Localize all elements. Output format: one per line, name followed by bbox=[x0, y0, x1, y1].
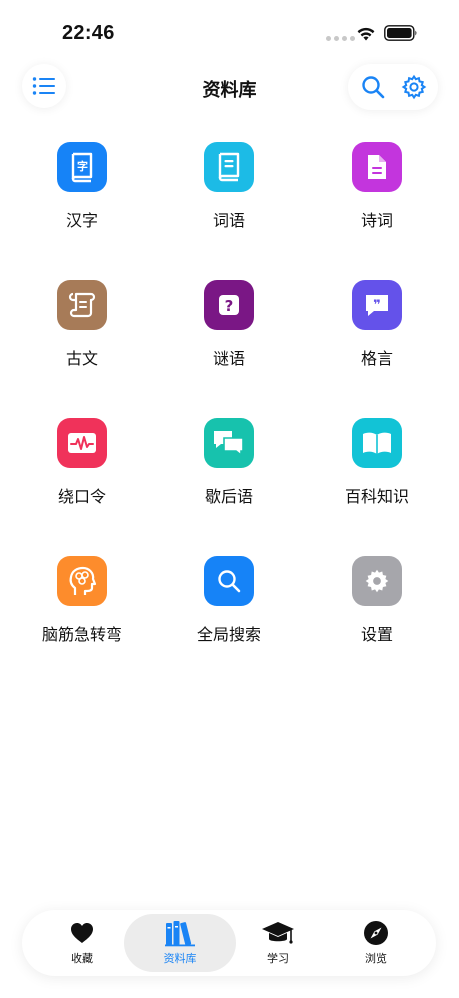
category-label: 设置 bbox=[360, 627, 393, 644]
search-button[interactable] bbox=[355, 69, 391, 105]
category-label: 词语 bbox=[212, 213, 245, 230]
category-miyu[interactable]: ? 谜语 bbox=[169, 280, 289, 390]
svg-text:?: ? bbox=[225, 297, 234, 315]
svg-text:❞: ❞ bbox=[373, 298, 381, 313]
status-bar: 22:46 bbox=[0, 0, 459, 64]
category-hanzi[interactable]: 字 汉字 bbox=[22, 142, 142, 252]
search-icon bbox=[361, 76, 384, 99]
category-label: 绕口令 bbox=[57, 489, 106, 506]
category-label: 汉字 bbox=[65, 213, 98, 230]
svg-text:字: 字 bbox=[77, 159, 88, 173]
search-icon bbox=[204, 556, 254, 606]
open-book-icon bbox=[352, 418, 402, 468]
books-icon bbox=[165, 921, 195, 947]
tab-favorites[interactable]: 收藏 bbox=[32, 918, 132, 970]
category-shici[interactable]: 诗词 bbox=[317, 142, 437, 252]
wifi-icon bbox=[357, 27, 375, 41]
chat-bubbles-icon bbox=[204, 418, 254, 468]
category-naojin[interactable]: 脑筋急转弯 bbox=[22, 556, 142, 666]
tab-learn[interactable]: 学习 bbox=[228, 918, 328, 970]
battery-icon bbox=[384, 25, 417, 41]
category-label: 脑筋急转弯 bbox=[41, 627, 122, 644]
category-ciyu[interactable]: 词语 bbox=[169, 142, 289, 252]
category-label: 百科知识 bbox=[344, 489, 409, 506]
brain-head-icon bbox=[57, 556, 107, 606]
graduation-cap-icon bbox=[262, 922, 294, 944]
category-label: 古文 bbox=[65, 351, 98, 368]
category-guwen[interactable]: 古文 bbox=[22, 280, 142, 390]
gear-icon bbox=[401, 74, 426, 100]
category-raokouling[interactable]: 绕口令 bbox=[22, 418, 142, 528]
category-label: 全局搜索 bbox=[196, 627, 261, 644]
status-time: 22:46 bbox=[62, 22, 115, 44]
category-label: 诗词 bbox=[360, 213, 393, 230]
category-xiehouyu[interactable]: 歇后语 bbox=[169, 418, 289, 528]
category-label: 谜语 bbox=[212, 351, 245, 368]
app-screen: 22:46 资料库 字 汉字 词语 诗词 古文 ? 谜语 ❞ 格言 绕口令 歇后… bbox=[0, 0, 459, 998]
category-baike[interactable]: 百科知识 bbox=[317, 418, 437, 528]
tab-library[interactable]: 资料库 bbox=[130, 918, 230, 970]
tab-label: 资料库 bbox=[163, 953, 197, 965]
quote-icon: ❞ bbox=[352, 280, 402, 330]
compass-icon bbox=[364, 921, 388, 945]
tab-label: 收藏 bbox=[71, 953, 93, 965]
category-quanju-search[interactable]: 全局搜索 bbox=[169, 556, 289, 666]
nav-actions bbox=[348, 64, 438, 110]
document-icon bbox=[352, 142, 402, 192]
tab-bar: 收藏 资料库 学习 浏览 bbox=[22, 910, 436, 976]
heart-icon bbox=[71, 923, 93, 943]
category-geyan[interactable]: ❞ 格言 bbox=[317, 280, 437, 390]
signal-dots-icon bbox=[326, 36, 355, 41]
question-icon: ? bbox=[204, 280, 254, 330]
tab-browse[interactable]: 浏览 bbox=[326, 918, 426, 970]
book-icon bbox=[204, 142, 254, 192]
book-zi-icon: 字 bbox=[57, 142, 107, 192]
settings-button[interactable] bbox=[396, 69, 432, 105]
waveform-icon bbox=[57, 418, 107, 468]
scroll-icon bbox=[57, 280, 107, 330]
gear-icon bbox=[352, 556, 402, 606]
category-label: 歇后语 bbox=[204, 489, 253, 506]
tab-label: 学习 bbox=[267, 953, 289, 965]
tab-label: 浏览 bbox=[365, 953, 387, 965]
category-settings[interactable]: 设置 bbox=[317, 556, 437, 666]
category-label: 格言 bbox=[360, 351, 393, 368]
